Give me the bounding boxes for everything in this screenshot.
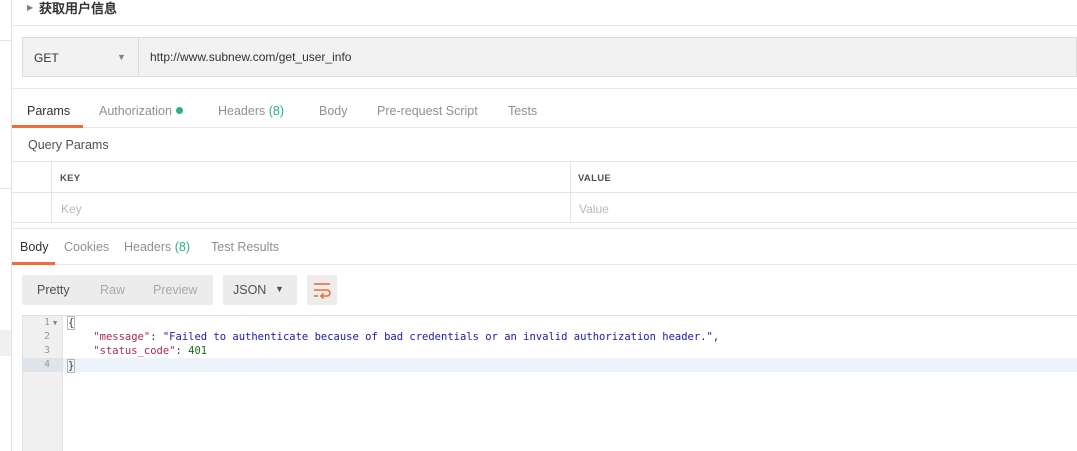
status-dot-icon xyxy=(175,107,183,114)
table-header-row: KEY VALUE xyxy=(12,162,1077,193)
tab-response-headers-label: Headers xyxy=(124,240,172,254)
tab-test-results[interactable]: Test Results xyxy=(211,240,279,254)
preview-button[interactable]: Preview xyxy=(153,283,197,297)
column-divider[interactable] xyxy=(570,162,571,192)
url-bar: GET ▼ http://www.subnew.com/get_user_inf… xyxy=(22,37,1077,77)
response-tabs: Body Cookies Headers (8) Test Results xyxy=(12,228,1077,265)
line-number: 1 xyxy=(43,317,50,328)
json-key: "message" xyxy=(93,331,151,343)
tab-response-body[interactable]: Body xyxy=(20,240,49,254)
code-line: "message": "Failed to authenticate becau… xyxy=(93,331,720,343)
sidebar-divider xyxy=(0,40,11,41)
request-name[interactable]: 获取用户信息 xyxy=(39,0,117,17)
key-column-header: KEY xyxy=(60,173,81,184)
line-number: 3 xyxy=(43,345,50,356)
query-params-table: KEY VALUE Key Value xyxy=(12,161,1077,223)
text-cursor xyxy=(74,359,76,371)
tab-authorization[interactable]: Authorization xyxy=(99,104,183,118)
headers-count: (8) xyxy=(268,104,285,118)
column-divider xyxy=(570,193,571,223)
tab-cookies[interactable]: Cookies xyxy=(64,240,109,254)
row-checkbox[interactable] xyxy=(12,193,52,223)
chevron-down-icon: ▼ xyxy=(275,284,284,294)
active-tab-indicator xyxy=(12,125,83,128)
language-select[interactable]: JSON ▼ xyxy=(223,275,297,305)
format-toggle: Pretty Raw Preview xyxy=(22,275,213,305)
tab-response-headers[interactable]: Headers (8) xyxy=(124,240,190,254)
wrap-lines-icon xyxy=(314,283,331,299)
sidebar-selected-item[interactable] xyxy=(0,330,11,356)
line-number: 4 xyxy=(43,359,50,370)
open-brace: { xyxy=(66,316,76,330)
request-title-bar: ▶ 获取用户信息 xyxy=(12,0,1077,26)
url-input[interactable]: http://www.subnew.com/get_user_info xyxy=(150,50,351,64)
wrap-lines-button[interactable] xyxy=(307,275,337,305)
response-body-editor[interactable]: 1 ▼ 2 3 4 { "message": "Failed to authen… xyxy=(22,315,1077,451)
tab-headers[interactable]: Headers (8) xyxy=(218,104,284,118)
tab-params[interactable]: Params xyxy=(27,104,70,118)
json-number-value: 401 xyxy=(188,345,208,357)
response-headers-count: (8) xyxy=(174,240,191,254)
method-select[interactable]: GET ▼ xyxy=(23,38,139,76)
table-row: Key Value xyxy=(12,193,1077,224)
method-label: GET xyxy=(34,51,59,65)
tab-body[interactable]: Body xyxy=(319,104,348,118)
sidebar-divider xyxy=(0,188,11,189)
tab-pre-request-script[interactable]: Pre-request Script xyxy=(377,104,478,118)
code-line: { xyxy=(66,316,76,330)
json-key: "status_code" xyxy=(93,345,176,357)
code-line: } xyxy=(66,359,76,373)
fold-toggle-icon[interactable]: ▼ xyxy=(53,319,57,327)
sidebar-edge xyxy=(0,0,12,451)
active-tab-indicator xyxy=(12,262,55,265)
tab-tests[interactable]: Tests xyxy=(508,104,537,118)
active-line-highlight xyxy=(63,358,1077,372)
line-number: 2 xyxy=(43,331,50,342)
tab-authorization-label: Authorization xyxy=(99,104,172,118)
chevron-down-icon: ▼ xyxy=(117,52,126,62)
value-input[interactable]: Value xyxy=(579,202,609,216)
query-params-label: Query Params xyxy=(28,138,109,152)
pretty-button[interactable]: Pretty xyxy=(37,283,70,297)
request-tabs: Params Authorization Headers (8) Body Pr… xyxy=(12,88,1077,128)
code-line: "status_code": 401 xyxy=(93,345,208,357)
raw-button[interactable]: Raw xyxy=(100,283,125,297)
tab-headers-label: Headers xyxy=(218,104,266,118)
request-panel: ▶ 获取用户信息 GET ▼ http://www.subnew.com/get… xyxy=(12,0,1077,451)
value-column-header: VALUE xyxy=(578,173,611,184)
json-string-value: "Failed to authenticate because of bad c… xyxy=(162,331,713,343)
language-label: JSON xyxy=(233,283,267,297)
caret-right-icon[interactable]: ▶ xyxy=(27,3,33,12)
key-input[interactable]: Key xyxy=(61,202,82,216)
checkbox-column xyxy=(12,162,52,192)
